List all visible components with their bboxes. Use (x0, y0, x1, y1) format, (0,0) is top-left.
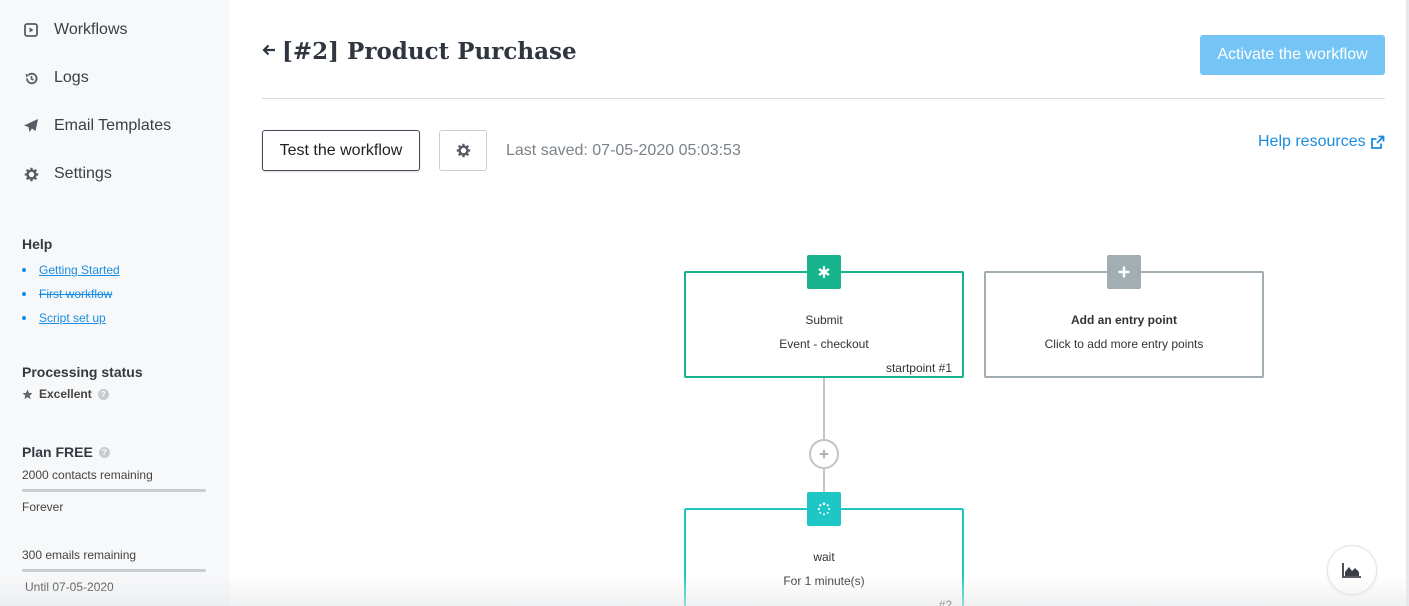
node-title: wait (813, 550, 835, 564)
gear-icon (22, 165, 40, 183)
sidebar-item-workflows[interactable]: Workflows (22, 18, 128, 42)
play-square-icon (22, 21, 40, 39)
bullet-icon (22, 268, 26, 272)
bullet-icon (22, 316, 26, 320)
emails-period: Until 07-05-2020 (25, 580, 114, 594)
help-link-getting-started[interactable]: Getting Started (39, 263, 120, 277)
sidebar-item-label: Workflows (54, 21, 128, 38)
plan-title: Plan FREE ? (22, 444, 110, 460)
sidebar-item-logs[interactable]: Logs (22, 66, 89, 90)
bullet-icon (22, 292, 26, 296)
area-chart-icon (1342, 562, 1362, 578)
node-connector (823, 378, 825, 492)
arrow-left-icon[interactable] (262, 41, 276, 62)
help-resources-label: Help resources (1258, 133, 1366, 150)
page-title: [#2] Product Purchase (262, 38, 577, 65)
stats-button[interactable] (1327, 545, 1377, 595)
help-resources-link[interactable]: Help resources (1258, 133, 1385, 151)
help-link-script-set-up[interactable]: Script set up (39, 311, 106, 325)
last-saved-text: Last saved: 07-05-2020 05:03:53 (506, 142, 741, 159)
processing-status: Excellent ? (22, 387, 109, 401)
asterisk-icon (807, 255, 841, 289)
plus-icon (1107, 255, 1141, 289)
paper-plane-icon (22, 117, 40, 135)
node-subtitle: Click to add more entry points (1044, 337, 1204, 351)
sidebar-item-label: Logs (54, 69, 89, 86)
add-step-button[interactable] (809, 439, 839, 469)
gear-icon (456, 143, 471, 158)
sidebar-item-email-templates[interactable]: Email Templates (22, 114, 171, 138)
test-workflow-button[interactable]: Test the workflow (262, 130, 420, 171)
sidebar-item-label: Email Templates (54, 117, 172, 134)
page-title-text: [#2] Product Purchase (282, 38, 577, 65)
help-links: Getting Started First workflow Script se… (22, 258, 120, 330)
sidebar-item-label: Settings (54, 165, 112, 182)
star-icon (22, 388, 33, 400)
external-link-icon (1370, 135, 1385, 150)
node-tag: #2 (938, 598, 952, 606)
plan-title-text: Plan FREE (22, 444, 93, 460)
list-item: Script set up (22, 306, 120, 330)
list-item: First workflow (22, 282, 120, 306)
sidebar: Workflows Logs Email Templates Settings … (0, 0, 230, 606)
node-subtitle: For 1 minute(s) (783, 574, 865, 588)
processing-status-value: Excellent (39, 387, 92, 401)
question-icon[interactable]: ? (98, 446, 110, 458)
workflow-settings-button[interactable] (439, 130, 487, 171)
node-tag: startpoint #1 (885, 361, 952, 375)
processing-status-title: Processing status (22, 364, 143, 380)
plus-icon (819, 449, 829, 459)
sidebar-item-settings[interactable]: Settings (22, 162, 112, 186)
node-title: Submit (805, 313, 843, 327)
help-section-title: Help (22, 236, 53, 252)
contacts-remaining: 2000 contacts remaining (22, 468, 153, 482)
question-icon[interactable]: ? (97, 388, 109, 400)
contacts-period: Forever (22, 500, 64, 514)
activate-workflow-button[interactable]: Activate the workflow (1200, 35, 1385, 75)
header-divider (262, 98, 1385, 99)
node-title: Add an entry point (1071, 313, 1177, 327)
contacts-progress-bar (22, 489, 206, 492)
help-link-first-workflow[interactable]: First workflow (39, 287, 112, 301)
list-item: Getting Started (22, 258, 120, 282)
history-icon (22, 69, 40, 87)
node-subtitle: Event - checkout (779, 337, 869, 351)
emails-remaining: 300 emails remaining (22, 548, 137, 562)
spinner-icon (807, 492, 841, 526)
emails-progress-bar (22, 569, 206, 572)
